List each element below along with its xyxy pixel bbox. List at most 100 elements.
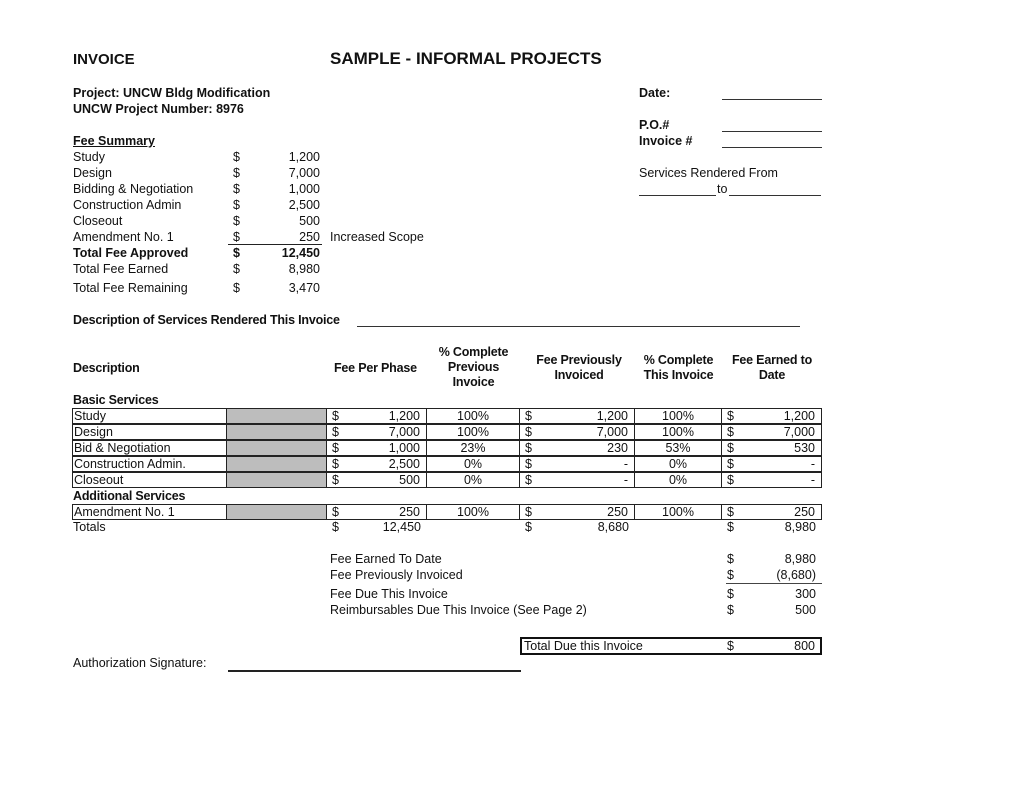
total-fee-remaining-label: Total Fee Remaining [73, 281, 188, 295]
col-header-fee-per-phase: Fee Per Phase [334, 361, 417, 375]
fee-summary-item-amount: 250 [299, 230, 320, 244]
summary-row-amount: 8,980 [784, 552, 816, 566]
row-description: Study [72, 408, 227, 424]
fee-summary-item-label: Amendment No. 1 [73, 230, 174, 244]
services-from-label: Services Rendered From [639, 166, 778, 180]
col-header-earned: Fee Earned to Date [722, 353, 822, 382]
row-pct-prev: 100% [427, 408, 520, 424]
row-earned-cell: $ 250 [722, 504, 822, 520]
total-fee-remaining-amount: 3,470 [288, 281, 320, 295]
col-header-description: Description [73, 361, 140, 375]
total-fee-approved-amount: 12,450 [281, 246, 320, 260]
fee-summary-item-label: Construction Admin [73, 198, 182, 212]
total-fee-earned-label: Total Fee Earned [73, 262, 169, 276]
row-fee-cell: $ 1,000 [327, 440, 427, 456]
totals-label: Totals [73, 520, 106, 534]
row-fee-cell: $ 7,000 [327, 424, 427, 440]
row-fee-prev: 230 [607, 441, 628, 455]
fee-summary-item-amount: 2,500 [288, 198, 320, 212]
currency-symbol: $ [525, 425, 532, 439]
total-fee-earned-amount: 8,980 [288, 262, 320, 276]
table-row: Design $ 7,000 100% $ 7,000 100% $ 7,000 [72, 424, 822, 440]
signature-label: Authorization Signature: [73, 656, 207, 670]
fee-summary-item-label: Closeout [73, 214, 123, 228]
currency-symbol: $ [332, 473, 339, 487]
row-fee: 250 [399, 505, 420, 519]
row-earned: 530 [794, 441, 815, 455]
col-header-fee-prev-line2: Invoiced [554, 368, 604, 382]
summary-row-amount: 300 [795, 587, 816, 601]
row-pct-this: 53% [635, 440, 722, 456]
row-shaded-cell [227, 424, 327, 440]
totals-earned-cell: $ 8,980 [722, 520, 822, 536]
project-name: Project: UNCW Bldg Modification [73, 86, 271, 100]
row-fee: 7,000 [388, 425, 420, 439]
invoice-number-label: Invoice # [639, 134, 693, 148]
fee-summary-item-note: Increased Scope [330, 230, 424, 244]
currency-symbol: $ [233, 262, 240, 276]
currency-symbol: $ [727, 568, 734, 582]
row-shaded-cell [227, 456, 327, 472]
currency-symbol: $ [727, 587, 734, 601]
row-pct-prev: 100% [427, 424, 520, 440]
fee-summary-heading: Fee Summary [73, 134, 155, 148]
fee-summary-item-label: Design [73, 166, 112, 180]
row-earned-cell: $ 7,000 [722, 424, 822, 440]
summary-divider [726, 583, 822, 584]
fee-summary-item-label: Bidding & Negotiation [73, 182, 194, 196]
row-fee-cell: $ 2,500 [327, 456, 427, 472]
currency-symbol: $ [525, 473, 532, 487]
row-fee-cell: $ 1,200 [327, 408, 427, 424]
col-header-pct-prev-line3: Invoice [452, 375, 495, 389]
currency-symbol: $ [233, 198, 240, 212]
currency-symbol: $ [727, 520, 734, 534]
signature-field[interactable] [228, 670, 521, 672]
row-pct-this: 0% [635, 456, 722, 472]
row-fee: 2,500 [388, 457, 420, 471]
currency-symbol: $ [233, 281, 240, 295]
invoice-number-field[interactable] [722, 147, 822, 148]
row-pct-prev: 23% [427, 440, 520, 456]
row-description: Construction Admin. [72, 456, 227, 472]
services-from-field[interactable] [639, 195, 716, 196]
row-earned: - [810, 473, 815, 487]
po-label: P.O.# [639, 118, 670, 132]
row-shaded-cell [227, 408, 327, 424]
currency-symbol: $ [525, 505, 532, 519]
col-header-earned-line1: Fee Earned to [731, 353, 813, 367]
fee-summary-item-amount: 500 [299, 214, 320, 228]
currency-symbol: $ [525, 441, 532, 455]
row-fee-prev-cell: $ - [520, 456, 635, 472]
date-label: Date: [639, 86, 671, 100]
row-fee-prev-cell: $ 7,000 [520, 424, 635, 440]
date-field[interactable] [722, 99, 822, 100]
row-description: Design [72, 424, 227, 440]
row-earned: 7,000 [783, 425, 815, 439]
additional-services-heading: Additional Services [73, 489, 186, 503]
currency-symbol: $ [727, 505, 734, 519]
row-pct-this: 100% [635, 424, 722, 440]
currency-symbol: $ [233, 182, 240, 196]
row-earned: - [810, 457, 815, 471]
col-header-pct-prev-line2: Previous [447, 360, 500, 374]
po-field[interactable] [722, 131, 822, 132]
services-to-label: to [717, 182, 728, 196]
currency-symbol: $ [233, 150, 240, 164]
summary-row-label: Fee Earned To Date [330, 552, 442, 566]
description-of-services-field[interactable] [357, 326, 800, 327]
currency-symbol: $ [727, 552, 734, 566]
row-fee-cell: $ 500 [327, 472, 427, 488]
table-row: Bid & Negotiation $ 1,000 23% $ 230 53% … [72, 440, 822, 456]
row-pct-prev: 100% [427, 504, 520, 520]
row-shaded-cell [227, 440, 327, 456]
services-to-field[interactable] [729, 195, 821, 196]
currency-symbol: $ [332, 441, 339, 455]
total-due-label: Total Due this Invoice [524, 639, 643, 653]
totals-fee-cell: $ 12,450 [327, 520, 427, 536]
currency-symbol: $ [332, 505, 339, 519]
row-fee-prev: - [623, 473, 628, 487]
currency-symbol: $ [727, 425, 734, 439]
currency-symbol: $ [233, 246, 240, 260]
fee-summary-item-label: Study [73, 150, 105, 164]
total-due-box: Total Due this Invoice $ 800 [520, 637, 822, 655]
